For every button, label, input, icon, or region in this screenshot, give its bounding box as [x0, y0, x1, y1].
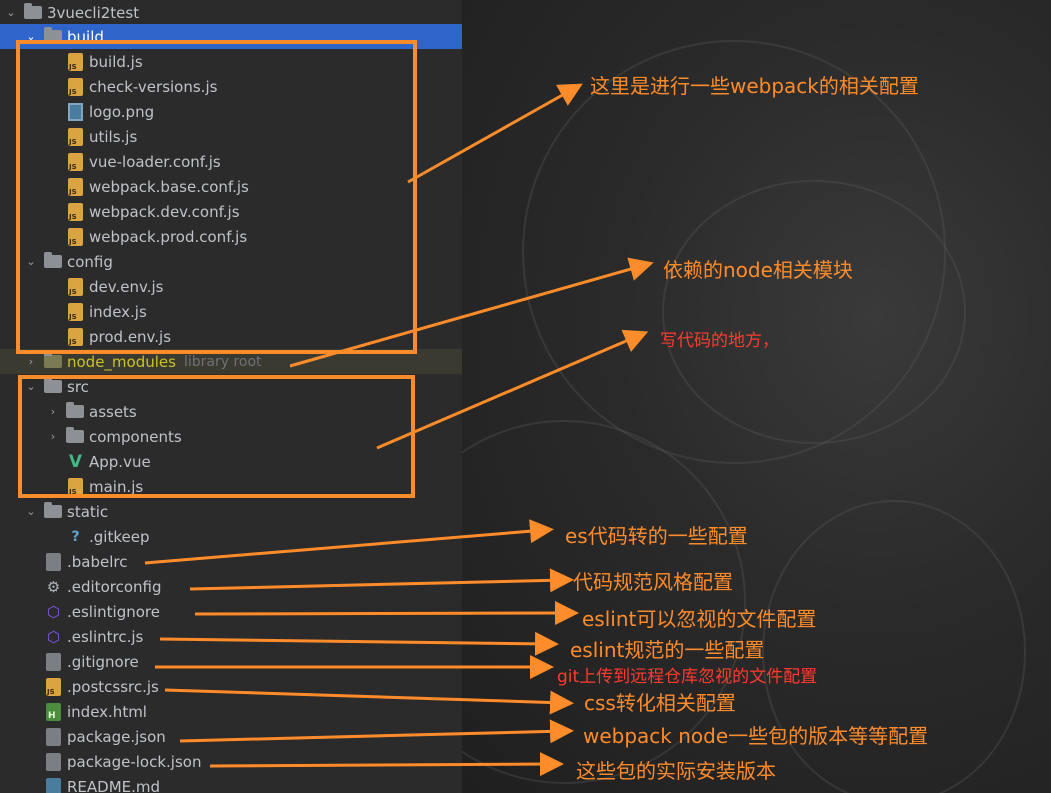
tree-item-label: .gitkeep: [89, 527, 150, 546]
folder-icon: [44, 352, 62, 368]
tree-root-label: 3vuecli2test: [47, 3, 140, 22]
unknown-file-icon: ?: [71, 528, 80, 545]
config-file-icon: [46, 552, 61, 571]
tree-item-label: .gitignore: [67, 652, 139, 671]
annotation-gitignore: git上传到远程仓库忽视的文件配置: [557, 667, 818, 687]
tree-file-eslintrc[interactable]: ⬡ .eslintrc.js: [0, 624, 462, 649]
js-file-icon: [46, 677, 61, 696]
json-file-icon: [46, 752, 61, 771]
tree-file-editorconfig[interactable]: ⚙ .editorconfig: [0, 574, 462, 599]
tree-item-label: package.json: [67, 727, 166, 746]
tree-folder-static[interactable]: ⌄ static: [0, 499, 462, 524]
tree-file-readme[interactable]: README.md: [0, 774, 462, 793]
chevron-down-icon[interactable]: ⌄: [4, 6, 18, 20]
tree-item-label: node_modules: [67, 352, 176, 371]
background-swirl: [762, 500, 1026, 793]
gear-icon: ⚙: [46, 577, 61, 596]
tree-item-label: .eslintrc.js: [67, 627, 144, 646]
tree-item-label: README.md: [67, 777, 161, 793]
markdown-file-icon: [46, 777, 61, 793]
annotation-postcssrc: css转化相关配置: [584, 691, 736, 715]
annotation-editorconfig: 代码规范风格配置: [573, 570, 733, 594]
annotation-node-modules: 依赖的node相关模块: [663, 258, 853, 282]
annotation-babelrc: es代码转的一些配置: [565, 524, 748, 548]
annotation-src: 写代码的地方，: [660, 331, 779, 351]
json-file-icon: [46, 727, 61, 746]
eslint-icon: ⬡: [46, 627, 61, 646]
annotation-build: 这里是进行一些webpack的相关配置: [590, 74, 919, 98]
tree-item-label: .babelrc: [67, 552, 128, 571]
tree-item-label: package-lock.json: [67, 752, 202, 771]
tree-file-gitkeep[interactable]: ? .gitkeep: [0, 524, 462, 549]
tree-file-babelrc[interactable]: .babelrc: [0, 549, 462, 574]
background-swirl: [662, 180, 966, 444]
tree-item-label: index.html: [67, 702, 147, 721]
tree-root-row[interactable]: ⌄ 3vuecli2test: [0, 0, 462, 25]
highlight-box-build-config: [16, 40, 417, 354]
html-file-icon: [46, 702, 61, 721]
library-root-note: library root: [183, 353, 262, 370]
chevron-right-icon[interactable]: ›: [24, 355, 38, 369]
annotation-package-json: webpack node一些包的版本等等配置: [583, 724, 929, 748]
tree-file-gitignore[interactable]: .gitignore: [0, 649, 462, 674]
tree-item-label: .eslintignore: [67, 602, 160, 621]
tree-file-package-json[interactable]: package.json: [0, 724, 462, 749]
tree-file-index-html[interactable]: index.html: [0, 699, 462, 724]
annotation-eslintignore: eslint可以忽视的文件配置: [582, 607, 817, 631]
tree-item-label: .editorconfig: [67, 577, 162, 596]
chevron-down-icon[interactable]: ⌄: [24, 505, 38, 519]
tree-item-label: .postcssrc.js: [67, 677, 159, 696]
eslint-icon: ⬡: [46, 602, 61, 621]
folder-icon: [24, 3, 42, 19]
annotation-package-lock: 这些包的实际安装版本: [576, 759, 776, 783]
tree-file-postcssrc[interactable]: .postcssrc.js: [0, 674, 462, 699]
tree-file-package-lock[interactable]: package-lock.json: [0, 749, 462, 774]
tree-file-eslintignore[interactable]: ⬡ .eslintignore: [0, 599, 462, 624]
ignore-file-icon: [46, 652, 61, 671]
highlight-box-src: [18, 375, 415, 498]
folder-icon: [44, 502, 62, 518]
tree-item-label: static: [67, 502, 109, 521]
annotation-eslintrc: eslint规范的一些配置: [570, 638, 765, 662]
